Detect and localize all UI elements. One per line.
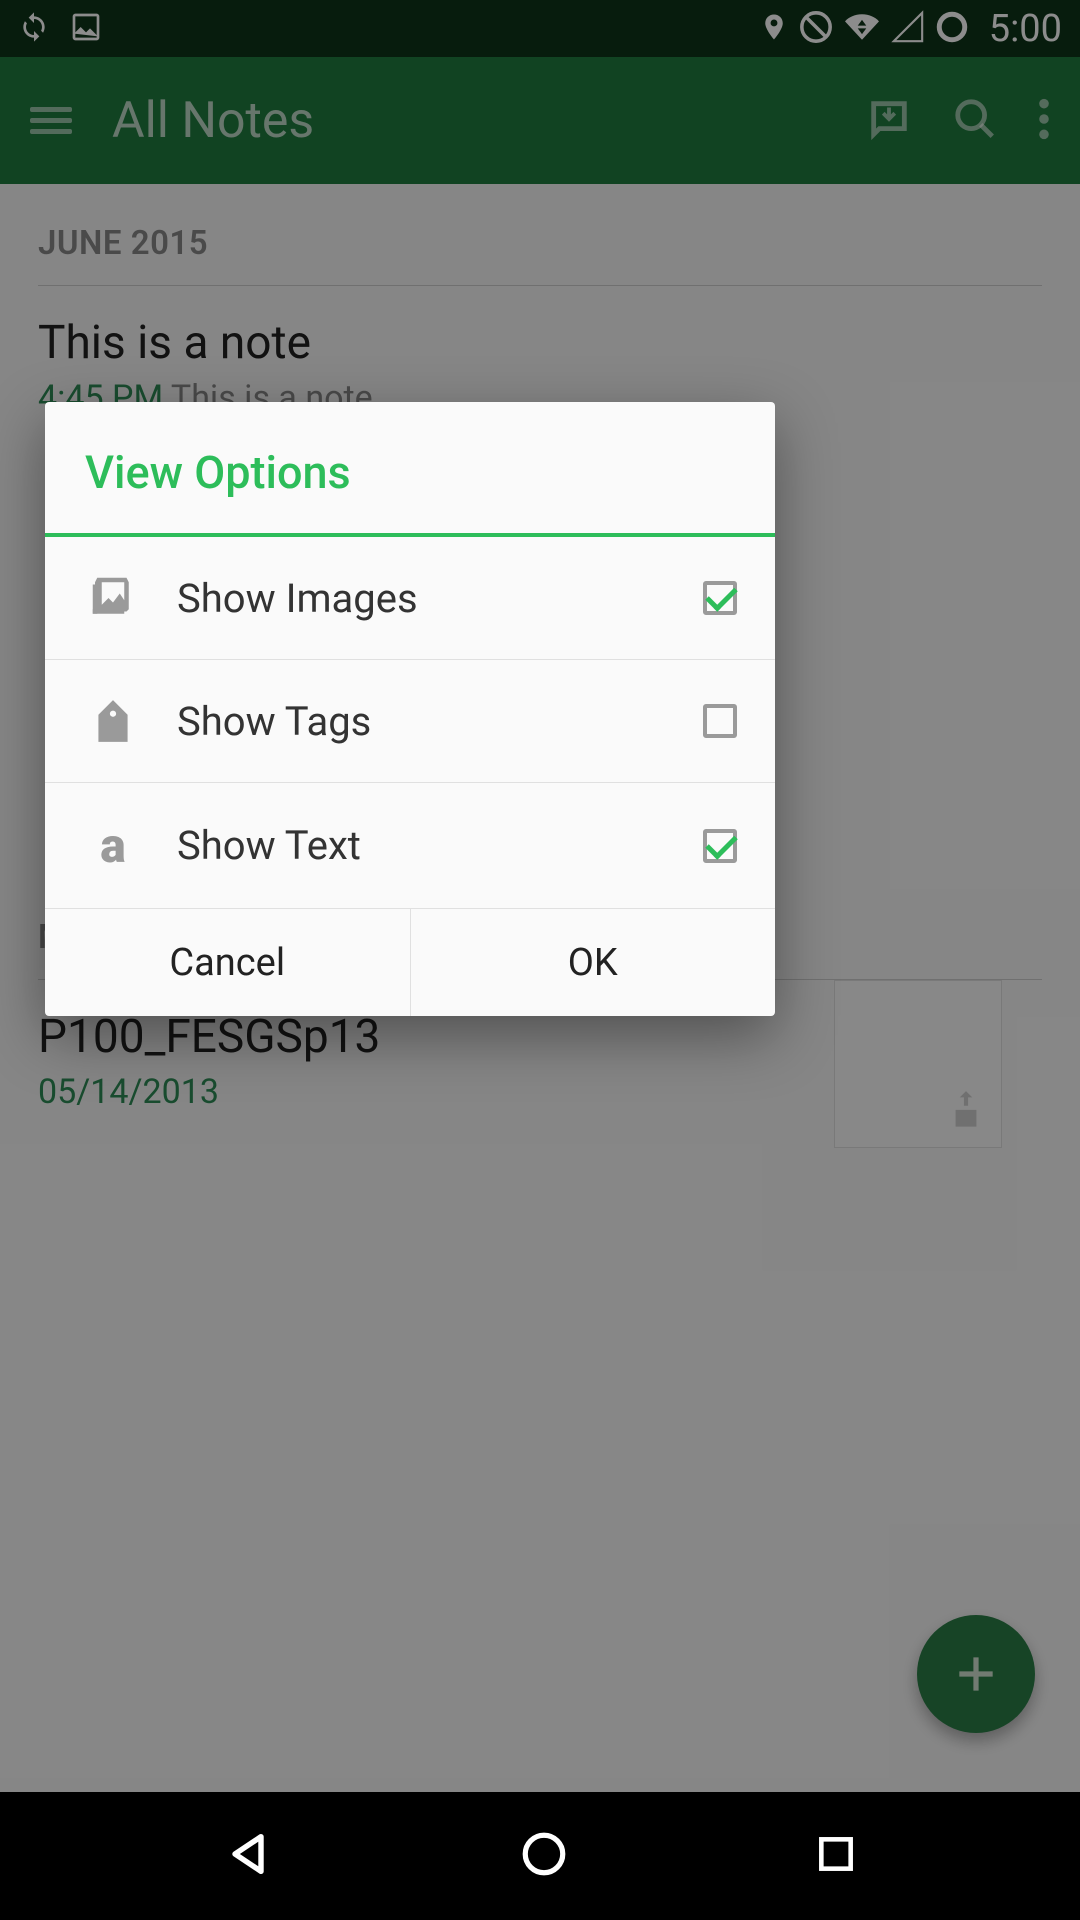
home-icon[interactable] (519, 1829, 569, 1883)
text-icon: a (83, 817, 143, 874)
navigation-bar (0, 1792, 1080, 1920)
cancel-button[interactable]: Cancel (45, 908, 411, 1016)
back-icon[interactable] (222, 1828, 274, 1884)
option-label: Show Text (177, 822, 703, 869)
option-show-images[interactable]: Show Images (45, 537, 775, 660)
view-options-dialog: View Options Show Images Show Tags a Sho… (45, 402, 775, 1016)
checkbox-unchecked[interactable] (703, 704, 737, 738)
option-label: Show Tags (177, 698, 703, 745)
recent-apps-icon[interactable] (814, 1832, 858, 1880)
checkbox-checked[interactable] (703, 829, 737, 863)
tag-icon (83, 694, 143, 748)
images-icon (83, 571, 143, 625)
option-show-text[interactable]: a Show Text (45, 783, 775, 908)
dialog-title: View Options (45, 402, 775, 533)
ok-button[interactable]: OK (411, 908, 776, 1016)
checkbox-checked[interactable] (703, 581, 737, 615)
option-show-tags[interactable]: Show Tags (45, 660, 775, 783)
option-label: Show Images (177, 575, 703, 622)
